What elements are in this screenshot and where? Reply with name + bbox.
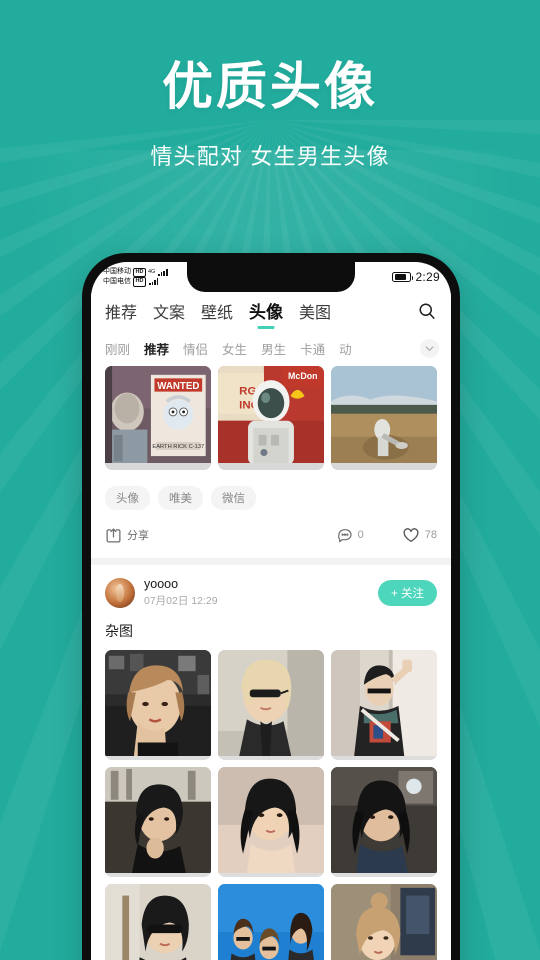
grid-art-1 bbox=[105, 650, 211, 756]
grid-art-8 bbox=[218, 884, 324, 960]
signal-bars-icon-2 bbox=[148, 278, 159, 286]
grid-item-6[interactable] bbox=[331, 767, 437, 877]
grid-art-9 bbox=[331, 884, 437, 960]
subtab-katong[interactable]: 卡通 bbox=[300, 339, 325, 358]
like-count: 78 bbox=[424, 529, 437, 541]
grid-art-7 bbox=[105, 884, 211, 960]
post-card-2: yoooo 07月02日 12:29 + 关注 杂图 bbox=[91, 565, 451, 960]
post-thumbnail-3[interactable] bbox=[331, 366, 437, 470]
hero-subtitle: 情头配对 女生男生头像 bbox=[150, 143, 390, 169]
post-tag-list: 头像 唯美 微信 bbox=[105, 486, 437, 510]
subtab-dong[interactable]: 动 bbox=[339, 339, 352, 358]
thumbnail-art-astronaut-wanted: WANTED EARTH RICK C-137 bbox=[105, 366, 211, 464]
tab-tuijian[interactable]: 推荐 bbox=[105, 299, 137, 330]
top-nav-tabs: 推荐 文案 壁纸 头像 美图 bbox=[91, 292, 451, 334]
post-tag-3[interactable]: 微信 bbox=[211, 486, 256, 510]
carrier-1-label: 中国移动 bbox=[103, 268, 131, 276]
hero-title: 优质头像 bbox=[161, 58, 378, 115]
tab-bizhi[interactable]: 壁纸 bbox=[201, 299, 233, 330]
carrier-row-2: 中国电信 HD bbox=[103, 277, 168, 287]
grid-item-7[interactable] bbox=[105, 884, 211, 960]
subtab-qinglv[interactable]: 情侣 bbox=[183, 339, 208, 358]
grid-item-1[interactable] bbox=[105, 650, 211, 760]
grid-item-2[interactable] bbox=[218, 650, 324, 760]
grid-item-5[interactable] bbox=[218, 767, 324, 877]
status-bar-time: 2:29 bbox=[415, 270, 440, 284]
hd-badge-1: HD bbox=[133, 267, 146, 277]
grid-art-2 bbox=[218, 650, 324, 756]
carrier-2-label: 中国电信 bbox=[103, 277, 131, 285]
post-tag-2[interactable]: 唯美 bbox=[158, 486, 203, 510]
grid-art-5 bbox=[218, 767, 324, 873]
post-divider bbox=[91, 558, 451, 565]
subtab-nvsheng[interactable]: 女生 bbox=[222, 339, 247, 358]
share-label: 分享 bbox=[127, 530, 149, 542]
user-name[interactable]: yoooo bbox=[144, 577, 218, 591]
network-type-label: 4G bbox=[147, 269, 156, 276]
phone-notch bbox=[187, 262, 355, 292]
post-thumbnail-1[interactable]: WANTED EARTH RICK C-137 bbox=[105, 366, 211, 470]
sub-nav-tabs: 刚刚 推荐 情侣 女生 男生 卡通 动 bbox=[91, 334, 451, 366]
comment-icon bbox=[337, 529, 352, 543]
svg-text:McDon: McDon bbox=[288, 371, 317, 381]
subtab-tuijian[interactable]: 推荐 bbox=[144, 339, 169, 358]
phone-screen: 中国移动 HD 4G 中国电信 HD 2:29 推荐 文案 壁纸 头像 美图 刚… bbox=[91, 262, 451, 960]
phone-mockup: 中国移动 HD 4G 中国电信 HD 2:29 推荐 文案 壁纸 头像 美图 刚… bbox=[82, 253, 460, 960]
user-info: yoooo 07月02日 12:29 bbox=[144, 577, 218, 608]
signal-bars-icon-1 bbox=[158, 268, 168, 276]
avatar[interactable] bbox=[105, 577, 135, 608]
comment-button[interactable]: 0 bbox=[337, 527, 364, 543]
subtab-ganggang[interactable]: 刚刚 bbox=[105, 339, 130, 358]
svg-text:EARTH RICK C-137: EARTH RICK C-137 bbox=[152, 444, 204, 450]
like-button[interactable]: 78 bbox=[402, 526, 437, 544]
grid-item-8[interactable] bbox=[218, 884, 324, 960]
hero-section: 优质头像 情头配对 女生男生头像 bbox=[0, 58, 540, 171]
grid-art-3 bbox=[331, 650, 437, 756]
post-thumbnail-row: WANTED EARTH RICK C-137 ING McDon bbox=[105, 366, 437, 470]
grid-item-9[interactable] bbox=[331, 884, 437, 960]
heart-icon bbox=[403, 528, 419, 543]
subtab-nansheng[interactable]: 男生 bbox=[261, 339, 286, 358]
post-card-1: WANTED EARTH RICK C-137 ING McDon 头像 唯美 … bbox=[91, 366, 451, 558]
post-title: 杂图 bbox=[105, 623, 133, 639]
grid-item-4[interactable] bbox=[105, 767, 211, 877]
post-user-row: yoooo 07月02日 12:29 + 关注 bbox=[105, 577, 437, 608]
svg-text:WANTED: WANTED bbox=[157, 381, 199, 392]
share-icon bbox=[106, 527, 121, 543]
carrier-row-1: 中国移动 HD 4G bbox=[103, 267, 168, 277]
tab-wenan[interactable]: 文案 bbox=[153, 299, 185, 330]
share-button[interactable]: 分享 bbox=[105, 527, 149, 544]
grid-art-4 bbox=[105, 767, 211, 873]
status-bar-right: 2:29 bbox=[392, 270, 440, 284]
thumbnail-art-astronaut-signs: RGER ING McDon bbox=[218, 366, 324, 464]
chevron-down-icon[interactable] bbox=[420, 339, 439, 358]
tab-touxiang[interactable]: 头像 bbox=[249, 298, 283, 330]
hd-badge-2: HD bbox=[133, 277, 146, 287]
grid-item-3[interactable] bbox=[331, 650, 437, 760]
post-thumbnail-2[interactable]: RGER ING McDon bbox=[218, 366, 324, 470]
comment-count: 0 bbox=[357, 529, 364, 541]
tab-meitu[interactable]: 美图 bbox=[299, 299, 331, 330]
battery-icon bbox=[392, 272, 414, 282]
search-icon[interactable] bbox=[417, 301, 437, 328]
grid-art-6 bbox=[331, 767, 437, 873]
post-timestamp: 07月02日 12:29 bbox=[144, 595, 218, 607]
post-action-bar: 分享 0 78 bbox=[105, 526, 437, 558]
post-tag-1[interactable]: 头像 bbox=[105, 486, 150, 510]
status-bar-carriers: 中国移动 HD 4G 中国电信 HD bbox=[103, 267, 168, 287]
follow-button[interactable]: + 关注 bbox=[378, 579, 437, 606]
thumbnail-art-desert-field bbox=[331, 366, 437, 464]
post-image-grid bbox=[105, 650, 437, 960]
